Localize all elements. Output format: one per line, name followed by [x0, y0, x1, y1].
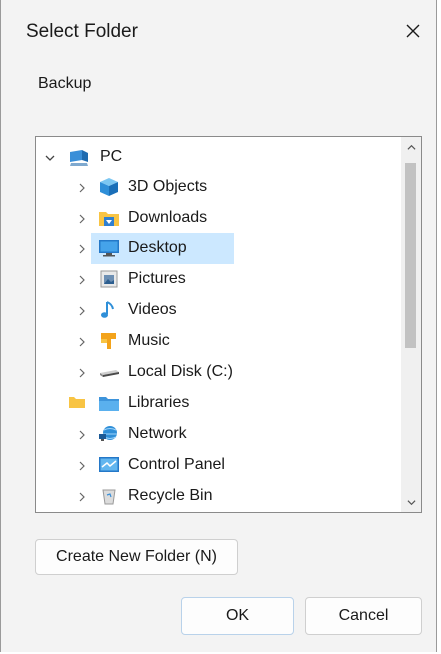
tree-item-label: Control Panel: [128, 456, 225, 473]
tree-item-recycle-bin[interactable]: Recycle Bin: [36, 481, 401, 512]
tree-item-pc[interactable]: PC: [36, 142, 401, 173]
scroll-up-button[interactable]: [401, 137, 421, 157]
title-bar: Select Folder: [1, 0, 436, 64]
tree-item-network[interactable]: Network: [36, 419, 401, 450]
chevron-right-icon[interactable]: [74, 458, 90, 474]
tree-item-label: PC: [100, 148, 123, 165]
cancel-button[interactable]: Cancel: [305, 597, 422, 635]
chevron-right-icon[interactable]: [74, 303, 90, 319]
music-icon: [98, 331, 120, 351]
tree-scrollbar[interactable]: [401, 137, 421, 512]
tree-item-local-disk[interactable]: Local Disk (C:): [36, 357, 401, 388]
chevron-right-icon[interactable]: [74, 180, 90, 196]
chevron-right-icon[interactable]: [74, 365, 90, 381]
tree-item-label: Network: [128, 425, 187, 442]
tree-item-label: 3D Objects: [128, 178, 208, 195]
network-icon: [98, 424, 120, 444]
recycle-bin-icon: [98, 486, 120, 506]
tree-item-label: Recycle Bin: [128, 487, 213, 504]
tree-item-label: Pictures: [128, 270, 186, 287]
tree-item-label: Desktop: [128, 239, 187, 256]
close-icon: [406, 24, 420, 38]
chevron-down-icon: [406, 499, 416, 505]
scrollbar-thumb[interactable]: [405, 163, 416, 348]
chevron-right-icon[interactable]: [74, 211, 90, 227]
tree-item-pictures[interactable]: Pictures: [36, 264, 401, 295]
tree-item-libraries[interactable]: Libraries: [36, 388, 401, 419]
tree-item-music[interactable]: Music: [36, 326, 401, 357]
tree-item-desktop[interactable]: Desktop: [36, 233, 401, 264]
tree-item-label: Videos: [128, 301, 177, 318]
chevron-down-icon[interactable]: [42, 150, 58, 166]
videos-icon: [98, 300, 120, 320]
folder-tree[interactable]: PC 3D Objects Downloads Desktop Pictures…: [35, 136, 422, 513]
scroll-down-button[interactable]: [401, 492, 421, 512]
tree-item-3d-objects[interactable]: 3D Objects: [36, 172, 401, 203]
dialog-title: Select Folder: [26, 21, 138, 42]
chevron-right-icon[interactable]: [74, 272, 90, 288]
tree-item-control-panel[interactable]: Control Panel: [36, 450, 401, 481]
tree-item-label: Local Disk (C:): [128, 363, 233, 380]
dialog-description: Backup: [38, 75, 92, 92]
chevron-right-icon[interactable]: [74, 334, 90, 350]
downloads-icon: [98, 208, 120, 228]
tree-item-videos[interactable]: Videos: [36, 295, 401, 326]
3d-objects-icon: [98, 177, 120, 197]
control-panel-icon: [98, 455, 120, 475]
ok-button[interactable]: OK: [181, 597, 294, 635]
folder-icon: [68, 395, 86, 415]
close-button[interactable]: [398, 16, 428, 46]
tree-item-label: Music: [128, 332, 170, 349]
pc-icon: [68, 148, 90, 168]
chevron-right-icon[interactable]: [74, 241, 90, 257]
tree-item-label: Downloads: [128, 209, 208, 226]
chevron-right-icon[interactable]: [74, 427, 90, 443]
create-new-folder-button[interactable]: Create New Folder (N): [35, 539, 238, 575]
pictures-icon: [98, 269, 120, 289]
chevron-right-icon[interactable]: [74, 489, 90, 505]
tree-item-downloads[interactable]: Downloads: [36, 203, 401, 234]
tree-item-label: Libraries: [128, 394, 190, 411]
libraries-icon: [98, 393, 120, 413]
chevron-up-icon: [406, 144, 416, 150]
desktop-icon: [98, 238, 120, 258]
select-folder-dialog: Select Folder Backup PC 3D Objects Downl…: [0, 0, 437, 652]
local-disk-icon: [98, 362, 120, 382]
